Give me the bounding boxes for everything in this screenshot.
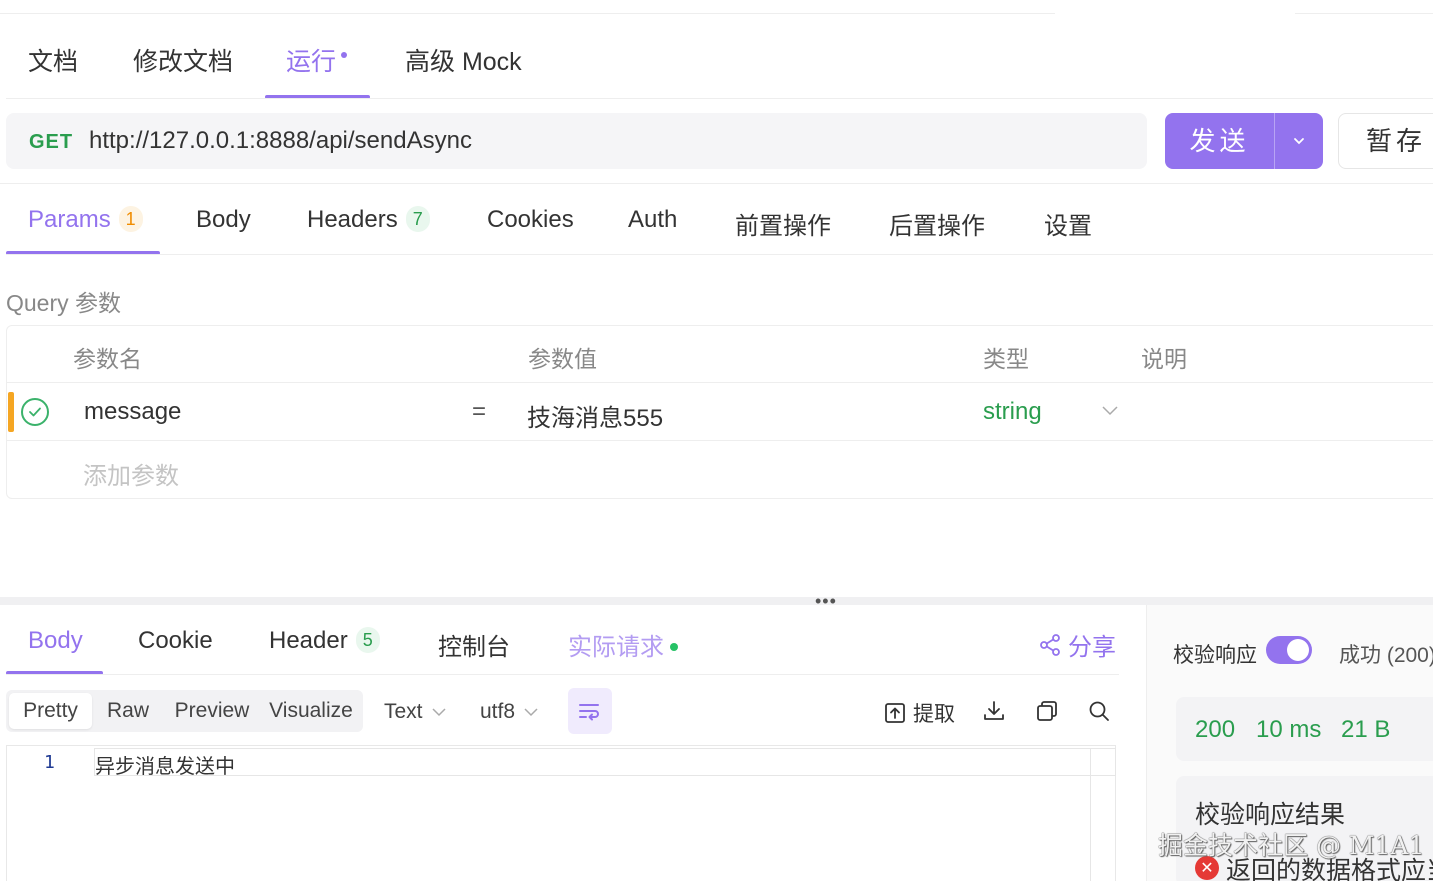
header-count-badge: 5 [355, 627, 380, 653]
format-raw[interactable]: Raw [94, 690, 162, 732]
tab-post-processors[interactable]: 后置操作 [889, 206, 985, 241]
wrap-icon [579, 704, 599, 721]
tab-docs[interactable]: 文档 [28, 42, 78, 78]
status-text: 成功 (200) [1339, 644, 1433, 667]
divider [7, 382, 1433, 383]
tab-settings[interactable]: 设置 [1044, 206, 1092, 241]
tab-response-body[interactable]: Body [28, 627, 83, 655]
send-label: 发送 [1189, 126, 1250, 156]
chevron-down-icon[interactable] [1101, 404, 1119, 422]
format-pretty[interactable]: Pretty [9, 693, 92, 729]
share-button[interactable]: 分享 [1038, 627, 1116, 662]
send-button[interactable]: 发送 [1165, 113, 1323, 169]
tab-run[interactable]: 运行 [286, 42, 348, 78]
tab-body[interactable]: Body [196, 206, 251, 234]
status-dot-icon [670, 642, 678, 651]
params-table [6, 325, 1433, 499]
url-input[interactable]: http://127.0.0.1:8888/api/sendAsync [89, 127, 472, 155]
validate-response-toggle[interactable] [1266, 636, 1312, 664]
response-time: 10 ms [1256, 716, 1322, 743]
param-enabled-checkbox[interactable] [21, 398, 49, 426]
chevron-down-icon [431, 708, 446, 717]
line-number: 1 [44, 752, 55, 773]
add-param-input[interactable]: 添加参数 [83, 456, 179, 491]
tab-advanced-mock[interactable]: 高级 Mock [405, 42, 522, 78]
column-header-name: 参数名 [73, 346, 142, 372]
unsaved-dot-icon [341, 52, 348, 59]
tab-params[interactable]: Params 1 [28, 206, 143, 234]
search-button[interactable] [1086, 698, 1112, 724]
tab-pre-processors[interactable]: 前置操作 [735, 206, 831, 241]
format-visualize[interactable]: Visualize [262, 690, 360, 732]
tab-auth[interactable]: Auth [628, 206, 677, 234]
chevron-down-icon [524, 708, 538, 717]
format-preview[interactable]: Preview [162, 690, 262, 732]
divider [6, 98, 1433, 99]
tab-headers[interactable]: Headers 7 [307, 206, 430, 234]
headers-count-badge: 7 [405, 206, 430, 232]
share-icon [1040, 633, 1060, 656]
tab-cookies[interactable]: Cookies [487, 206, 574, 234]
tab-console[interactable]: 控制台 [438, 627, 510, 662]
validate-response-label: 校验响应 [1173, 644, 1257, 667]
copy-icon [1037, 701, 1057, 721]
chevron-down-icon [1294, 138, 1304, 145]
response-size: 21 B [1341, 716, 1391, 743]
toggle-knob [1287, 639, 1309, 661]
extract-icon [885, 703, 905, 723]
copy-button[interactable] [1034, 698, 1060, 724]
params-count-badge: 1 [118, 206, 143, 232]
content-type-select[interactable]: Text [384, 700, 447, 724]
response-line[interactable]: 异步消息发送中 [95, 750, 235, 779]
tab-actual-request[interactable]: 实际请求 [568, 627, 678, 662]
check-icon [29, 407, 41, 417]
divider [6, 674, 1119, 675]
method-select[interactable]: GET [29, 131, 73, 154]
param-name-input[interactable]: message [84, 398, 181, 426]
download-icon [984, 701, 1004, 720]
encoding-select[interactable]: utf8 [480, 700, 539, 724]
extract-button[interactable]: 提取 [883, 698, 955, 728]
word-wrap-button[interactable] [568, 688, 612, 734]
download-button[interactable] [981, 698, 1007, 724]
tab-edit-docs[interactable]: 修改文档 [133, 42, 233, 78]
top-strip [0, 0, 1055, 14]
divider [6, 254, 1433, 255]
drag-handle-icon[interactable]: ••• [815, 592, 837, 610]
editor-scrollbar[interactable] [1090, 748, 1091, 881]
divider [7, 440, 1433, 441]
search-icon [1089, 701, 1109, 721]
param-type-select[interactable]: string [983, 398, 1042, 426]
current-line-highlight [94, 748, 1116, 776]
divider [0, 183, 1433, 184]
watermark: 掘金技术社区 @ M1A1 [1158, 831, 1425, 860]
query-params-title: Query 参数 [6, 290, 122, 316]
column-header-type: 类型 [983, 346, 1029, 372]
panel-splitter[interactable] [0, 597, 1433, 605]
equals-sign: = [472, 398, 487, 425]
status-code: 200 [1195, 716, 1236, 743]
format-segmented-control: Pretty Raw Preview Visualize [6, 690, 363, 732]
tab-response-cookie[interactable]: Cookie [138, 627, 213, 655]
column-header-value: 参数值 [528, 346, 597, 372]
top-strip-right [1295, 0, 1433, 14]
param-value-input[interactable]: 技海消息555 [527, 398, 663, 433]
send-dropdown[interactable] [1275, 113, 1323, 169]
column-header-description: 说明 [1141, 346, 1187, 372]
tab-response-header[interactable]: Header 5 [269, 627, 380, 655]
save-draft-button[interactable]: 暂存 [1338, 113, 1433, 169]
row-drag-handle[interactable] [8, 392, 14, 432]
